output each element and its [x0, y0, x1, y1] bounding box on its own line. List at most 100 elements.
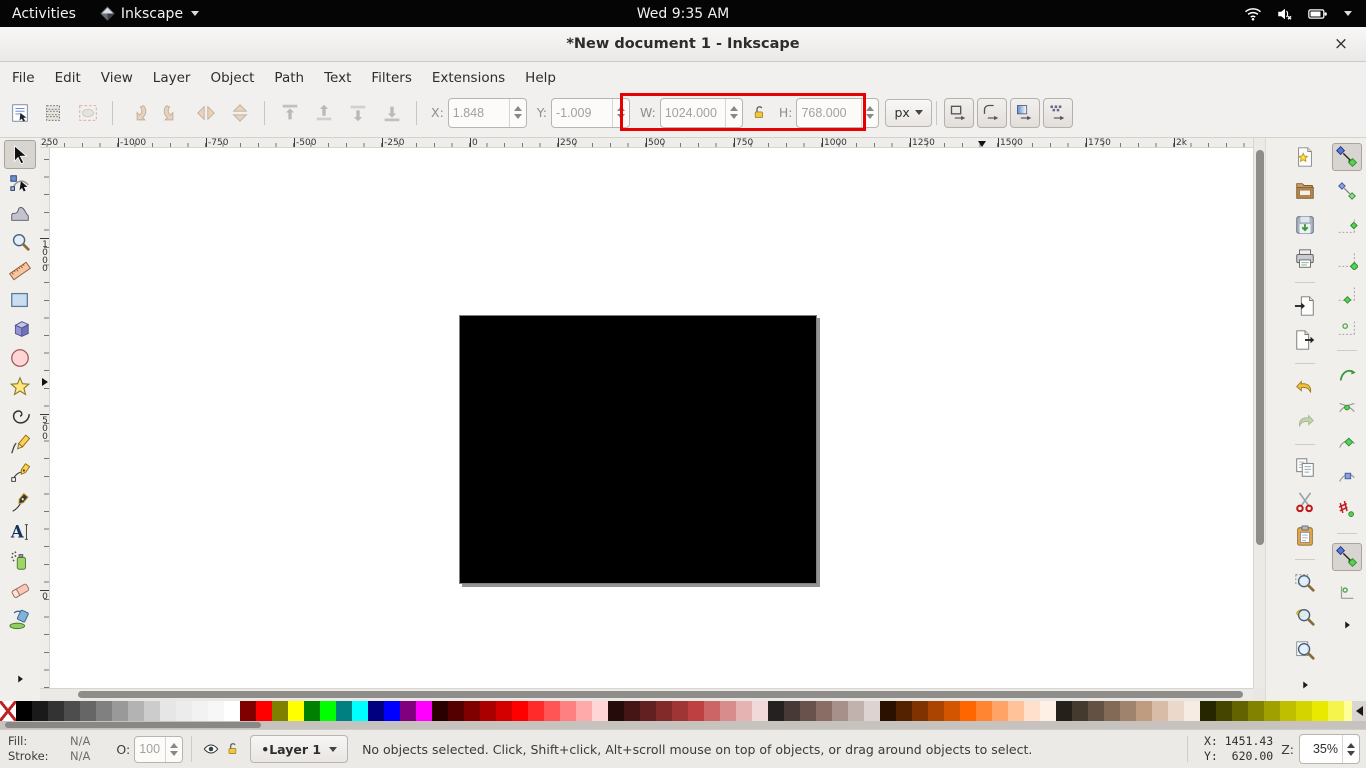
system-status-area[interactable] [1230, 0, 1366, 27]
rectangle-tool[interactable] [4, 285, 36, 314]
fill-stroke-indicator[interactable]: Fill: N/A Stroke: N/A [8, 734, 90, 764]
open-document-button[interactable] [1290, 177, 1320, 205]
y-field[interactable] [551, 98, 630, 128]
palette-swatch[interactable] [1104, 701, 1120, 721]
rotate-ccw-button[interactable] [124, 99, 151, 126]
lower-button[interactable] [344, 99, 371, 126]
menu-layer[interactable]: Layer [143, 65, 201, 91]
snap-others-button[interactable] [1332, 496, 1362, 524]
palette-swatch[interactable] [1232, 701, 1248, 721]
palette-swatch[interactable] [1200, 701, 1216, 721]
palette-swatch[interactable] [1248, 701, 1264, 721]
eraser-tool[interactable] [4, 575, 36, 604]
move-patterns-toggle[interactable] [1043, 98, 1073, 128]
palette-swatch[interactable] [816, 701, 832, 721]
lower-bottom-button[interactable] [378, 99, 405, 126]
move-gradients-toggle[interactable] [1010, 98, 1040, 128]
units-dropdown[interactable]: px [885, 99, 931, 127]
palette-scroll-left-arrow[interactable] [1352, 701, 1366, 721]
select-all-button[interactable] [6, 99, 33, 126]
palette-swatch[interactable] [368, 701, 384, 721]
y-spinner[interactable] [612, 99, 629, 127]
palette-swatch[interactable] [896, 701, 912, 721]
layer-visibility-button[interactable] [200, 738, 222, 760]
palette-swatch[interactable] [400, 701, 416, 721]
palette-swatch[interactable] [144, 701, 160, 721]
horizontal-scrollbar-thumb[interactable] [78, 691, 1243, 698]
activities-button[interactable]: Activities [0, 0, 88, 27]
app-menu-button[interactable]: Inkscape [88, 0, 211, 27]
palette-swatch[interactable] [16, 701, 32, 721]
palette-swatch[interactable] [784, 701, 800, 721]
palette-swatch[interactable] [800, 701, 816, 721]
palette-swatch[interactable] [1120, 701, 1136, 721]
palette-swatch[interactable] [1024, 701, 1040, 721]
zoom-field[interactable] [1299, 734, 1360, 764]
height-field[interactable] [796, 98, 879, 128]
calligraphy-tool[interactable] [4, 488, 36, 517]
commands-more-button[interactable] [1290, 671, 1320, 699]
star-tool[interactable] [4, 372, 36, 401]
palette-swatch[interactable] [112, 701, 128, 721]
palette-swatch[interactable] [624, 701, 640, 721]
zoom-drawing-button[interactable] [1290, 603, 1320, 631]
vertical-ruler[interactable]: 10005000 [40, 148, 50, 688]
opacity-spinner[interactable] [165, 737, 182, 762]
x-spinner[interactable] [509, 99, 526, 127]
palette-swatch[interactable] [912, 701, 928, 721]
lock-ratio-button[interactable] [749, 102, 771, 124]
undo-button[interactable] [1290, 373, 1320, 401]
pencil-tool[interactable] [4, 430, 36, 459]
canvas-object-rect[interactable] [459, 315, 817, 584]
box-3d-tool[interactable] [4, 314, 36, 343]
palette-swatch[interactable] [1296, 701, 1312, 721]
palette-swatch[interactable] [1152, 701, 1168, 721]
zoom-page-button[interactable] [1290, 637, 1320, 665]
palette-swatch[interactable] [1040, 701, 1056, 721]
palette-swatch[interactable] [528, 701, 544, 721]
palette-swatch[interactable] [432, 701, 448, 721]
redo-button[interactable] [1290, 407, 1320, 435]
palette-swatch[interactable] [464, 701, 480, 721]
palette-swatch[interactable] [336, 701, 352, 721]
palette-swatch[interactable] [64, 701, 80, 721]
palette-swatch[interactable] [384, 701, 400, 721]
palette-scrollbar[interactable] [0, 721, 1366, 729]
snap-master-button[interactable] [1332, 143, 1362, 171]
measure-tool[interactable] [4, 256, 36, 285]
palette-swatch[interactable] [32, 701, 48, 721]
snap-path-button[interactable] [1332, 394, 1362, 422]
layer-selector-dropdown[interactable]: •Layer 1 [250, 735, 348, 763]
palette-swatch[interactable] [304, 701, 320, 721]
palette-swatch[interactable] [544, 701, 560, 721]
palette-swatch[interactable] [1088, 701, 1104, 721]
width-spinner[interactable] [725, 99, 742, 127]
close-button[interactable]: × [1328, 31, 1354, 57]
snap-bbox-edge-button[interactable] [1332, 211, 1362, 239]
palette-swatch[interactable] [1280, 701, 1296, 721]
zoom-spinner[interactable] [1342, 735, 1359, 763]
palette-swatch[interactable] [704, 701, 720, 721]
palette-swatch[interactable] [592, 701, 608, 721]
palette-swatch[interactable] [608, 701, 624, 721]
vertical-scrollbar-thumb[interactable] [1256, 150, 1264, 545]
selector-tool[interactable] [4, 140, 36, 169]
horizontal-scrollbar[interactable] [40, 688, 1253, 699]
palette-swatch[interactable] [768, 701, 784, 721]
layer-lock-button[interactable] [222, 738, 244, 760]
save-document-button[interactable] [1290, 211, 1320, 239]
raise-button[interactable] [310, 99, 337, 126]
palette-swatch[interactable] [1008, 701, 1024, 721]
snap-object-center-button[interactable] [1332, 577, 1362, 605]
palette-swatch[interactable] [1168, 701, 1184, 721]
opacity-field[interactable] [134, 736, 183, 763]
menu-object[interactable]: Object [200, 65, 264, 91]
snap-centers-button[interactable] [1332, 543, 1362, 571]
palette-swatch[interactable] [80, 701, 96, 721]
palette-swatch[interactable] [416, 701, 432, 721]
horizontal-ruler[interactable]: -1250-1000-750-500-250025050075010001250… [40, 138, 1253, 148]
menu-edit[interactable]: Edit [45, 65, 91, 91]
menu-path[interactable]: Path [264, 65, 314, 91]
snap-bbox-corner-button[interactable] [1332, 245, 1362, 273]
import-document-button[interactable] [1290, 292, 1320, 320]
